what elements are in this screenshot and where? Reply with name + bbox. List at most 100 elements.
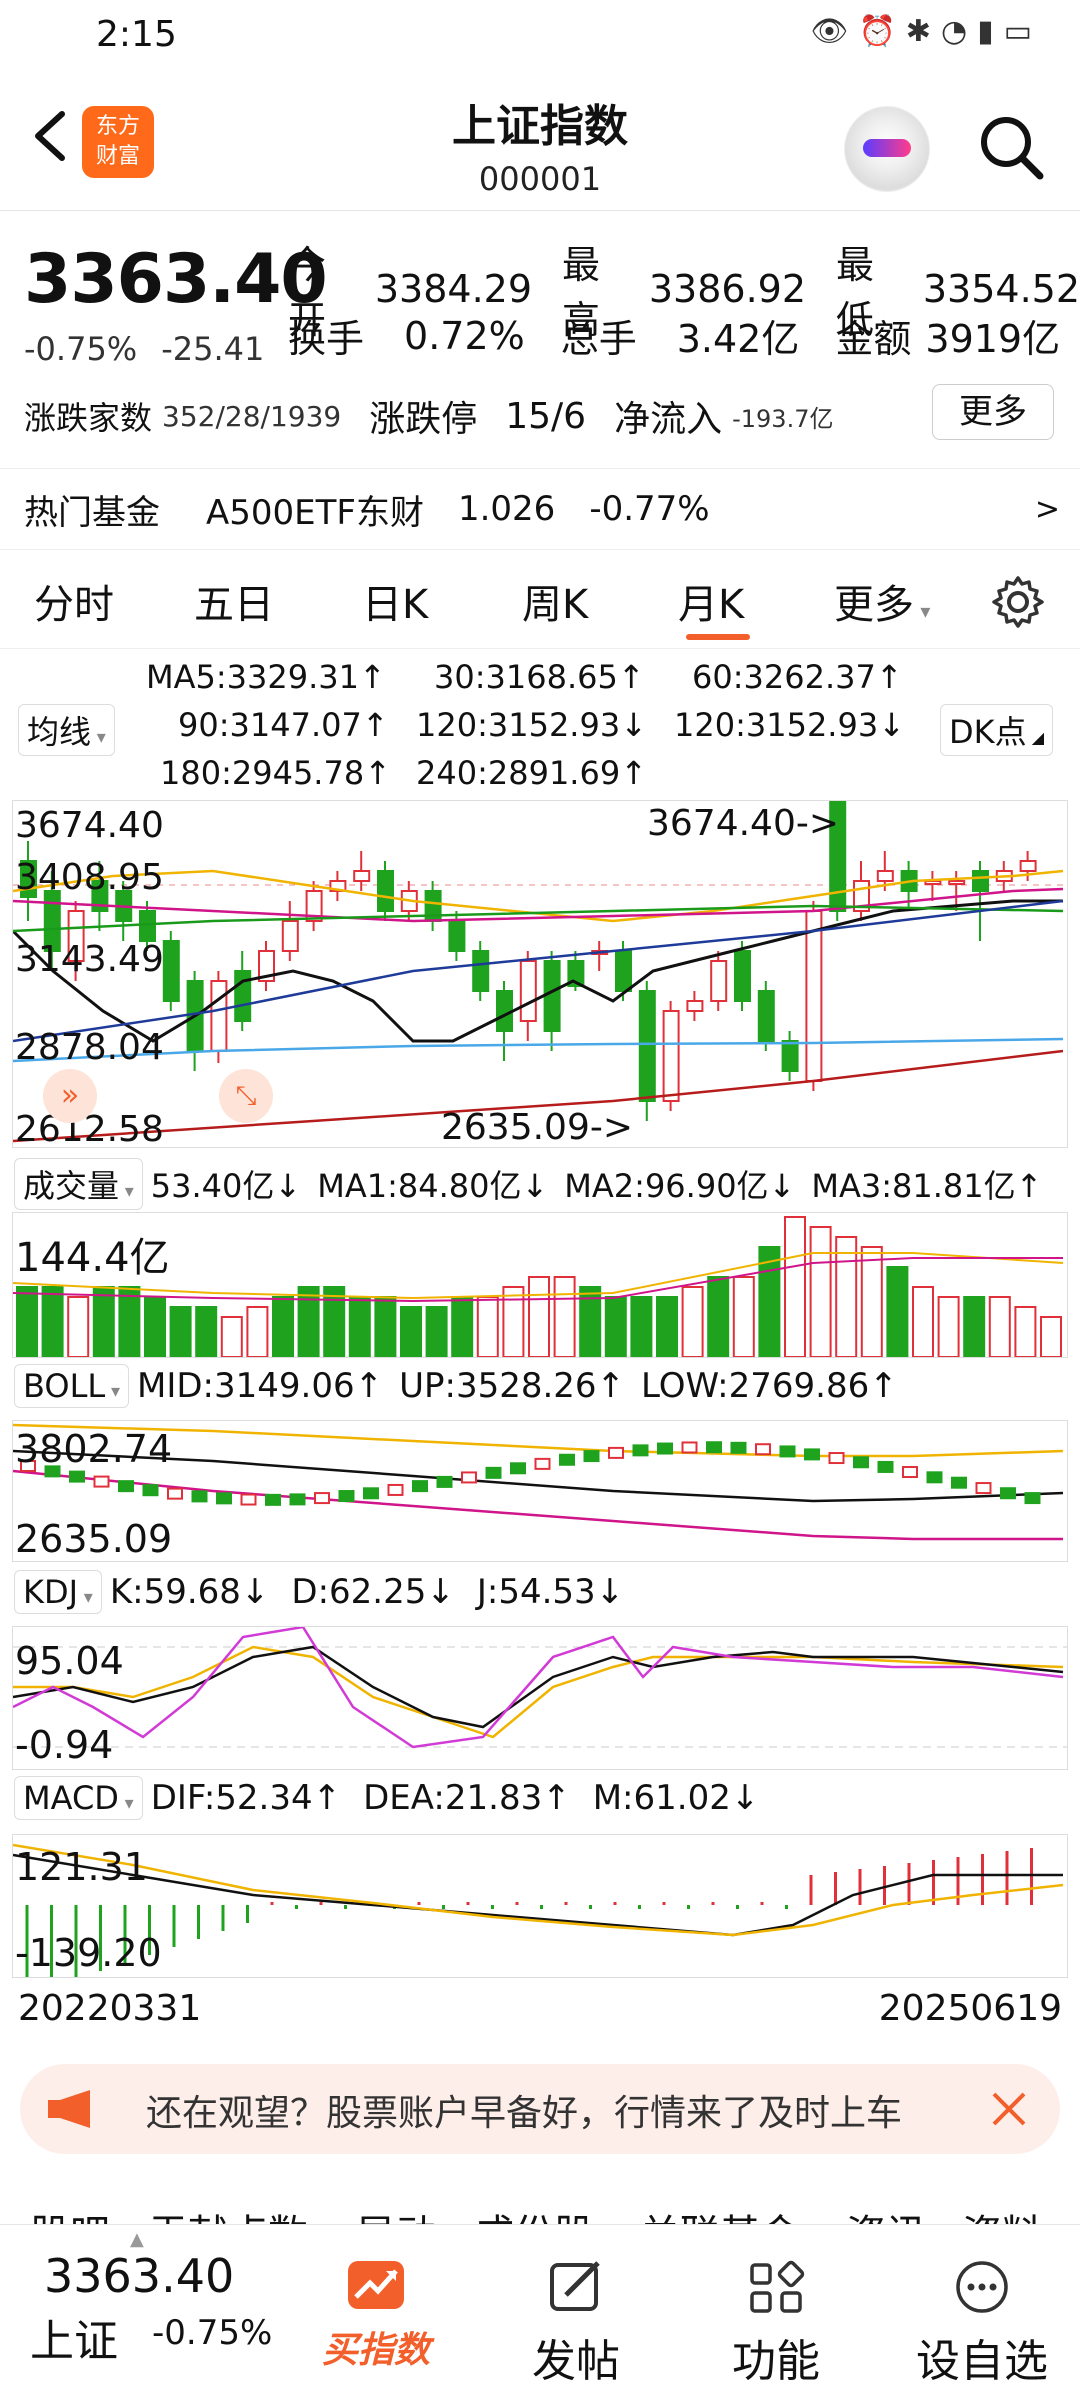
post-label: 发帖 xyxy=(532,2336,620,2387)
kline-y-label: 2612.58 xyxy=(15,1109,164,1150)
kline-low-marker: 2635.09-> xyxy=(441,1107,634,1148)
ma-selector[interactable]: 均线 ▾ xyxy=(18,704,115,756)
volume-bar xyxy=(144,1296,166,1357)
volume-bar xyxy=(297,1286,320,1357)
hot-fund-price: 1.026 xyxy=(457,489,556,529)
assistant-avatar-icon[interactable] xyxy=(844,106,930,192)
bottom-price: 3363.40 xyxy=(44,2249,235,2303)
kline-candle xyxy=(972,870,989,892)
boll-candle xyxy=(657,1442,673,1455)
settings-gear-icon[interactable] xyxy=(990,574,1046,630)
macd-y-min: -139.20 xyxy=(15,1931,162,1975)
boll-candle xyxy=(191,1490,208,1503)
macd-chart-panel[interactable]: 121.31 -139.20 xyxy=(12,1834,1068,1978)
kline-candle xyxy=(448,920,466,952)
change-value: -25.41 xyxy=(161,330,265,368)
more-button[interactable]: 更多 xyxy=(932,384,1054,440)
boll-candle xyxy=(1000,1487,1016,1500)
kdj-selector[interactable]: KDJ ▾ xyxy=(14,1570,102,1614)
promo-banner[interactable]: 还在观望？股票账户早备好，行情来了及时上车 xyxy=(20,2064,1060,2154)
boll-header: BOLL ▾ MID:3149.06↑ UP:3528.26↑ LOW:2769… xyxy=(14,1364,898,1408)
edit-icon xyxy=(550,2261,600,2311)
ma60-line xyxy=(13,887,1064,923)
volume-bar xyxy=(553,1276,576,1357)
ma180-value: 180:2945.78↑ xyxy=(160,754,391,792)
kdj-chart xyxy=(13,1627,1067,1749)
boll-candle xyxy=(142,1484,159,1497)
limit-value: 15/6 xyxy=(505,395,587,437)
alarm-icon: ⏰ xyxy=(858,14,896,49)
hot-fund-bar[interactable]: 热门基金 A500ETF东财 1.026 -0.77% > xyxy=(0,468,1080,550)
caret-down-icon: ▾ xyxy=(91,727,106,748)
boll-candle xyxy=(118,1480,134,1493)
functions-button[interactable]: 功能 xyxy=(696,2259,856,2389)
boll-up: UP:3528.26↑ xyxy=(399,1366,626,1406)
buy-index-button[interactable]: 买指数 xyxy=(296,2259,456,2373)
post-button[interactable]: 发帖 xyxy=(496,2259,656,2389)
tab-five-day[interactable]: 五日 xyxy=(194,572,274,630)
status-bar: 2:15 👁 ⏰ ✱ ◔ ▮ ▭ xyxy=(0,0,1080,76)
boll-candle xyxy=(167,1487,183,1500)
add-favorite-label: 设自选 xyxy=(916,2336,1048,2387)
kdj-chart-panel[interactable]: 95.04 -0.94 xyxy=(12,1626,1068,1770)
buy-index-label: 买指数 xyxy=(321,2330,430,2371)
volume-bar xyxy=(323,1286,346,1357)
volume-value: 53.40亿↓ xyxy=(150,1167,302,1205)
volume-bar xyxy=(92,1286,115,1357)
volume-chart-panel[interactable]: 144.4亿 xyxy=(12,1212,1068,1358)
caret-down-icon: ▾ xyxy=(914,599,931,623)
kline-chart-panel[interactable]: 3674.40 3408.95 3143.49 2878.04 2612.58 … xyxy=(12,800,1068,1150)
fullscreen-icon[interactable]: ⤡ xyxy=(219,1069,273,1123)
macd-selector[interactable]: MACD ▾ xyxy=(14,1776,143,1820)
kline-candle xyxy=(686,1000,704,1012)
boll-candle xyxy=(583,1450,600,1463)
boll-candle xyxy=(461,1471,477,1484)
volume-bar xyxy=(41,1286,64,1357)
tab-more[interactable]: 更多 ▾ xyxy=(834,572,930,630)
bottom-name: 上证 xyxy=(30,2316,118,2367)
volume-selector[interactable]: 成交量 ▾ xyxy=(14,1158,143,1210)
boll-candle xyxy=(706,1441,722,1454)
status-time: 2:15 xyxy=(96,14,177,55)
volume-bar xyxy=(195,1306,218,1357)
volume-bar xyxy=(707,1276,730,1357)
boll-candle xyxy=(1024,1492,1041,1505)
boll-selector[interactable]: BOLL ▾ xyxy=(14,1364,129,1408)
tab-intraday[interactable]: 分时 xyxy=(34,572,114,630)
promo-text: 还在观望？股票账户早备好，行情来了及时上车 xyxy=(146,2093,903,2134)
ma180-line xyxy=(13,1037,1064,1063)
kline-candle xyxy=(472,950,490,992)
kdj-j: J:54.53↓ xyxy=(476,1572,625,1612)
kline-candle xyxy=(781,1040,799,1072)
kline-candle xyxy=(757,990,775,1042)
boll-candle xyxy=(387,1483,404,1496)
boll-candle xyxy=(975,1482,992,1495)
open-value: 3384.29 xyxy=(374,267,532,311)
search-icon[interactable] xyxy=(976,112,1048,184)
add-favorite-button[interactable]: 设自选 xyxy=(902,2259,1062,2389)
macd-y-max: 121.31 xyxy=(15,1845,148,1889)
volume-bar xyxy=(67,1296,90,1357)
volume-bar xyxy=(656,1296,678,1357)
boll-candle xyxy=(926,1471,943,1484)
ma120-value: 120:3152.93↓ xyxy=(416,706,647,744)
ma90-value: 90:3147.07↑ xyxy=(178,706,389,744)
tab-weekly-k[interactable]: 周K xyxy=(522,572,588,630)
quote-panel: 3363.40 -0.75% -25.41 今开 3384.29 最高 3386.9… xyxy=(0,210,1080,510)
kline-candle xyxy=(805,910,823,1082)
kline-candle xyxy=(543,960,561,1032)
boll-candle xyxy=(608,1446,624,1459)
volume-value: 3.42亿 xyxy=(676,317,800,361)
volume-bar xyxy=(1040,1316,1062,1357)
dk-point-button[interactable]: DK点 ◢ xyxy=(940,704,1054,756)
chevron-right-icon: > xyxy=(1034,491,1060,527)
boll-candle xyxy=(828,1452,845,1465)
tab-daily-k[interactable]: 日K xyxy=(362,572,428,630)
boll-candle xyxy=(559,1453,575,1466)
kline-high-marker: 3674.40-> xyxy=(647,803,840,844)
close-icon[interactable] xyxy=(990,2090,1028,2128)
expand-right-icon[interactable]: » xyxy=(43,1069,97,1123)
date-end: 20250619 xyxy=(878,1988,1062,2029)
tab-monthly-k[interactable]: 月K xyxy=(678,572,744,630)
boll-chart-panel[interactable]: 3802.74 2635.09 xyxy=(12,1420,1068,1562)
